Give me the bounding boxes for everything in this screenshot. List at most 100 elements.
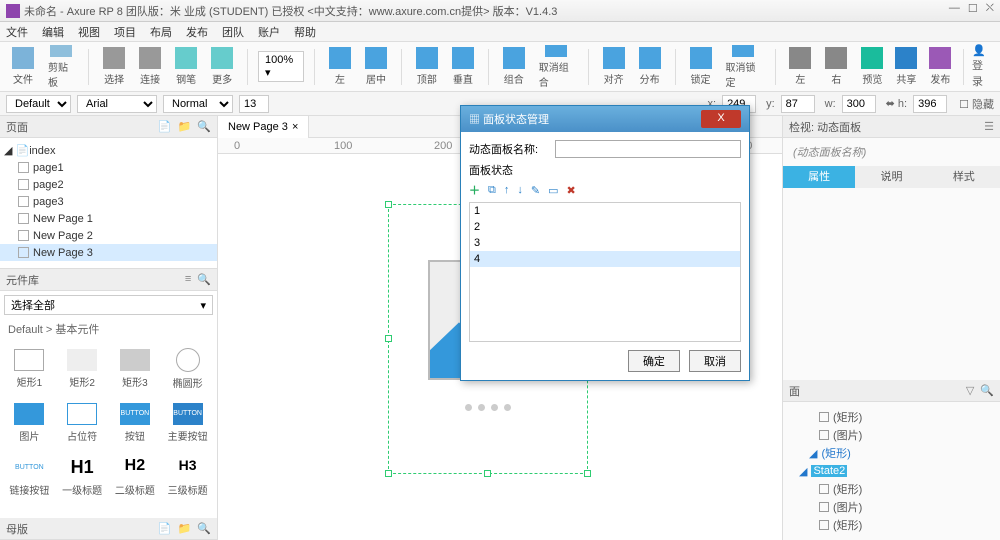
search-icon[interactable]: 🔍 xyxy=(197,120,211,133)
tool-unlock[interactable]: 取消锁定 xyxy=(722,45,765,89)
shape-h2[interactable]: H2二级标题 xyxy=(110,451,161,503)
state-item-1[interactable]: 1 xyxy=(470,203,740,219)
delete-icon[interactable]: ✖ xyxy=(566,184,575,197)
menu-project[interactable]: 项目 xyxy=(114,24,136,40)
tool-publish[interactable]: 发布 xyxy=(925,45,955,89)
shape-rect1[interactable]: 矩形1 xyxy=(4,343,55,395)
tool-r[interactable]: 右 xyxy=(821,45,851,89)
tool-align[interactable]: 对齐 xyxy=(599,45,629,89)
menu-team[interactable]: 团队 xyxy=(222,24,244,40)
add-page-icon[interactable]: 📄 xyxy=(158,120,172,133)
menu-file[interactable]: 文件 xyxy=(6,24,28,40)
down-icon[interactable]: ↓ xyxy=(517,184,523,196)
tool-preview[interactable]: 预览 xyxy=(857,45,887,89)
tool-vert[interactable]: 垂直 xyxy=(448,45,478,89)
state-item-2[interactable]: 2 xyxy=(470,219,740,235)
shape-link-btn[interactable]: BUTTON链接按钮 xyxy=(4,451,55,503)
dialog-close-button[interactable]: X xyxy=(701,110,741,128)
outline-row[interactable]: ◢ (矩形) xyxy=(789,444,994,462)
tab-notes[interactable]: 说明 xyxy=(855,166,927,188)
style-select[interactable]: Default xyxy=(6,95,71,113)
tool-share[interactable]: 共享 xyxy=(891,45,921,89)
dialog-cancel-button[interactable]: 取消 xyxy=(689,350,741,372)
menu-view[interactable]: 视图 xyxy=(78,24,100,40)
outline-row[interactable]: (矩形) xyxy=(789,516,994,534)
tree-page3[interactable]: page3 xyxy=(0,193,217,210)
up-icon[interactable]: ↑ xyxy=(504,184,510,196)
tree-page1[interactable]: page1 xyxy=(0,159,217,176)
master-search-icon[interactable]: 🔍 xyxy=(197,522,211,535)
tool-link[interactable]: 连接 xyxy=(135,45,165,89)
menu-layout[interactable]: 布局 xyxy=(150,24,172,40)
tool-l[interactable]: 左 xyxy=(785,45,815,89)
outline-row[interactable]: (图片) xyxy=(789,498,994,516)
shape-primary-btn[interactable]: BUTTON主要按钮 xyxy=(162,397,213,449)
tool-lock[interactable]: 锁定 xyxy=(686,45,716,89)
add-icon[interactable]: ＋ xyxy=(469,182,480,198)
master-folder-icon[interactable]: 📁 xyxy=(178,522,192,535)
outline-row[interactable]: (矩形) xyxy=(789,480,994,498)
tab-close-icon[interactable]: × xyxy=(292,121,298,133)
select-all-dropdown[interactable]: 选择全部▾ xyxy=(4,295,213,315)
weight-select[interactable]: Normal xyxy=(163,95,233,113)
add-folder-icon[interactable]: 📁 xyxy=(178,120,192,133)
tool-center[interactable]: 居中 xyxy=(361,45,391,89)
rename-icon[interactable]: ▭ xyxy=(548,184,558,197)
master-add-icon[interactable]: 📄 xyxy=(158,522,172,535)
close-icon[interactable]: ⛌ xyxy=(986,2,994,15)
tree-np2[interactable]: New Page 2 xyxy=(0,227,217,244)
state-item-4[interactable]: 4 xyxy=(470,251,740,267)
outline-state2[interactable]: ◢ State2 xyxy=(789,462,994,480)
shape-placeholder[interactable]: 占位符 xyxy=(57,397,108,449)
duplicate-icon[interactable]: ⧉ xyxy=(488,184,496,197)
tool-left[interactable]: 左 xyxy=(325,45,355,89)
menu-publish[interactable]: 发布 xyxy=(186,24,208,40)
tree-index[interactable]: ◢ 📄 index xyxy=(0,142,217,159)
dlg-name-input[interactable] xyxy=(555,140,741,158)
shape-button[interactable]: BUTTON按钮 xyxy=(110,397,161,449)
tool-pen[interactable]: 钢笔 xyxy=(171,45,201,89)
shape-image[interactable]: 图片 xyxy=(4,397,55,449)
filter-icon[interactable]: ▽ xyxy=(966,384,974,397)
tool-group-btn[interactable]: 组合 xyxy=(499,45,529,89)
minimize-icon[interactable]: — xyxy=(949,2,960,15)
zoom-select[interactable]: 100% ▾ xyxy=(258,51,304,82)
y-input[interactable] xyxy=(781,95,815,113)
tool-ungroup[interactable]: 取消组合 xyxy=(535,45,578,89)
tool-file[interactable]: 文件 xyxy=(8,45,38,89)
shape-rect2[interactable]: 矩形2 xyxy=(57,343,108,395)
tab-style[interactable]: 样式 xyxy=(928,166,1000,188)
font-select[interactable]: Arial xyxy=(77,95,157,113)
tree-np1[interactable]: New Page 1 xyxy=(0,210,217,227)
shape-h1[interactable]: H1一级标题 xyxy=(57,451,108,503)
dialog-ok-button[interactable]: 确定 xyxy=(628,350,680,372)
tab-properties[interactable]: 属性 xyxy=(783,166,855,188)
tree-np3[interactable]: New Page 3 xyxy=(0,244,217,261)
tool-select[interactable]: 选择 xyxy=(99,45,129,89)
tool-top[interactable]: 顶部 xyxy=(412,45,442,89)
tree-page2[interactable]: page2 xyxy=(0,176,217,193)
shape-h3[interactable]: H3三级标题 xyxy=(162,451,213,503)
outline-row[interactable]: (矩形) xyxy=(789,408,994,426)
shape-ellipse[interactable]: 椭圆形 xyxy=(162,343,213,395)
edit-icon[interactable]: ✎ xyxy=(531,184,540,197)
tool-more[interactable]: 更多 xyxy=(207,45,237,89)
maximize-icon[interactable]: ☐ xyxy=(968,2,978,15)
lib-search-icon[interactable]: 🔍 xyxy=(197,273,211,286)
login-link[interactable]: 👤 登录 xyxy=(972,44,992,89)
menu-account[interactable]: 账户 xyxy=(258,24,280,40)
shape-rect3[interactable]: 矩形3 xyxy=(110,343,161,395)
lib-menu-icon[interactable]: ≡ xyxy=(185,273,191,286)
w-input[interactable] xyxy=(842,95,876,113)
outline-row[interactable]: (图片) xyxy=(789,426,994,444)
outline-search-icon[interactable]: 🔍 xyxy=(980,384,994,397)
tool-clipboard[interactable]: 剪贴板 xyxy=(44,45,78,89)
tool-distribute[interactable]: 分布 xyxy=(635,45,665,89)
dialog-titlebar[interactable]: ▦ 面板状态管理 X xyxy=(461,106,749,132)
tab-newpage3[interactable]: New Page 3× xyxy=(218,116,309,138)
state-item-3[interactable]: 3 xyxy=(470,235,740,251)
h-input[interactable] xyxy=(913,95,947,113)
menu-help[interactable]: 帮助 xyxy=(294,24,316,40)
fontsize-input[interactable] xyxy=(239,95,269,113)
menu-edit[interactable]: 编辑 xyxy=(42,24,64,40)
